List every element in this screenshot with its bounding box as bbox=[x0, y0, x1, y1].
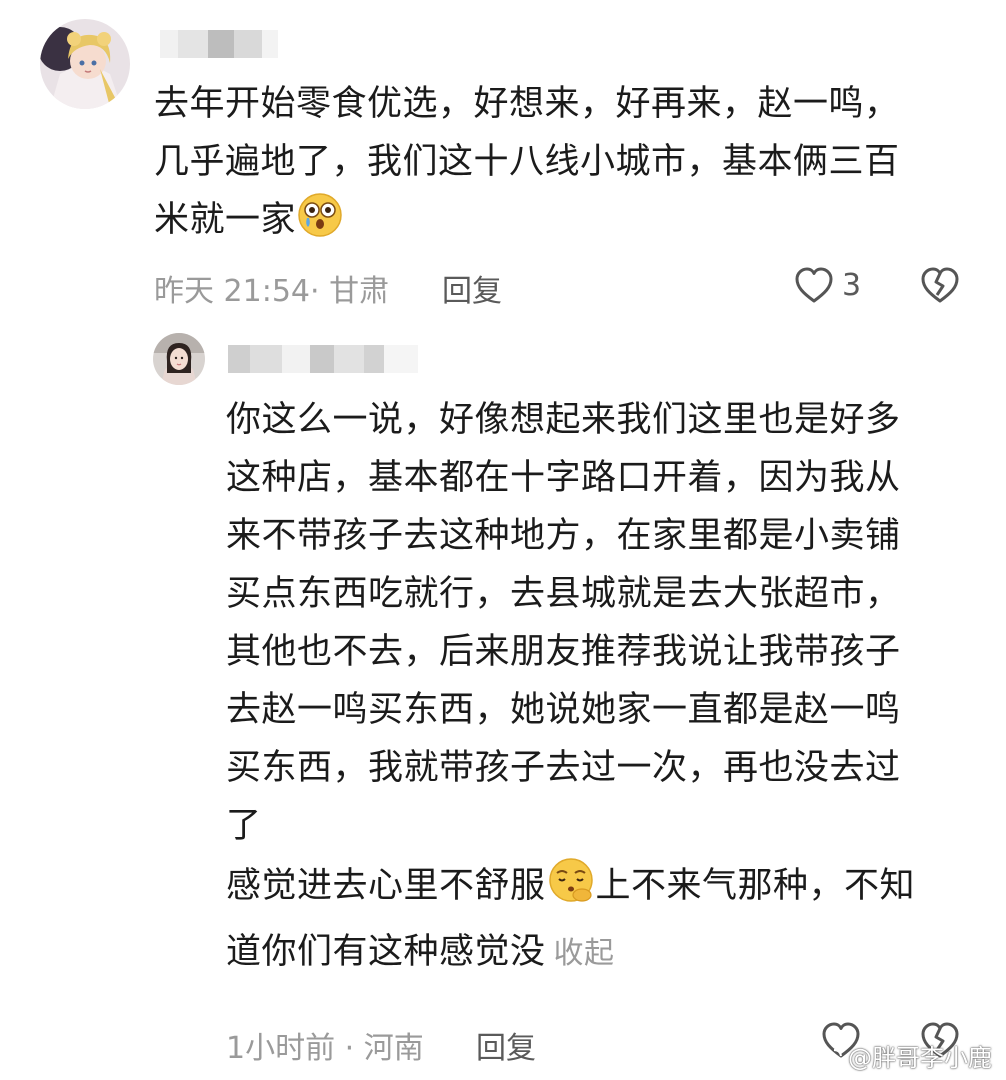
commenter-avatar[interactable] bbox=[40, 19, 130, 109]
reply-line: 感觉进去心里不舒服 上不来气那种，不知 bbox=[226, 855, 915, 923]
watermark-text: @胖哥李小鹿 bbox=[848, 1044, 992, 1072]
reply-line-text: 道你们有这种感觉没 bbox=[226, 932, 546, 972]
replier-avatar[interactable] bbox=[153, 333, 205, 385]
comment-meta: 昨天 21:54· 甘肃 bbox=[154, 274, 390, 309]
reply-line: 你这么一说，好像想起来我们这里也是好多 bbox=[226, 400, 901, 440]
reply-line: 买东西，我就带孩子去过一次，再也没去过 bbox=[226, 748, 901, 788]
weibo-logo-icon bbox=[814, 1046, 844, 1076]
comment-reply-button[interactable]: 回复 bbox=[442, 266, 502, 310]
crying-face-emoji-icon bbox=[296, 191, 344, 257]
heart-outline-icon[interactable] bbox=[793, 265, 835, 307]
reply-line: 来不带孩子去这种地方，在家里都是小卖铺 bbox=[226, 516, 901, 556]
watermark: @胖哥李小鹿 bbox=[814, 1038, 992, 1076]
comment-line: 去年开始零食优选，好想来，好再来，赵一鸣， bbox=[154, 84, 900, 124]
reply-line: 这种店，基本都在十字路口开着，因为我从 bbox=[226, 458, 901, 498]
reply-reply-button[interactable]: 回复 bbox=[476, 1023, 536, 1067]
commenter-name-redacted[interactable] bbox=[160, 30, 310, 58]
comment-text: 去年开始零食优选，好想来，好再来，赵一鸣， 几乎遍地了，我们这十八线小城市，基本… bbox=[154, 75, 900, 257]
collapse-button[interactable]: 收起 bbox=[554, 936, 615, 971]
reply-text: 你这么一说，好像想起来我们这里也是好多 这种店，基本都在十字路口开着，因为我从 … bbox=[226, 391, 915, 983]
reply-line-text: 上不来气那种，不知 bbox=[595, 866, 916, 906]
like-count: 3 bbox=[842, 268, 862, 303]
replier-name-redacted[interactable] bbox=[228, 345, 418, 373]
reply-line: 道你们有这种感觉没 收起 bbox=[226, 923, 915, 983]
comment-thread: 去年开始零食优选，好想来，好再来，赵一鸣， 几乎遍地了，我们这十八线小城市，基本… bbox=[0, 0, 1006, 1080]
comment-line-text: 米就一家 bbox=[154, 200, 297, 240]
reply-meta: 1小时前 · 河南 bbox=[226, 1031, 424, 1066]
broken-heart-icon[interactable] bbox=[919, 265, 961, 307]
reply-line-text: 感觉进去心里不舒服 bbox=[226, 866, 546, 906]
reply-line: 其他也不去，后来朋友推荐我说让我带孩子 bbox=[226, 632, 901, 672]
reply-line: 买点东西吃就行，去县城就是去大张超市， bbox=[226, 574, 901, 614]
reply-line: 了 bbox=[226, 806, 262, 846]
sighing-face-emoji-icon bbox=[546, 855, 596, 923]
reply-line: 去赵一鸣买东西，她说她家一直都是赵一鸣 bbox=[226, 690, 901, 730]
comment-line: 几乎遍地了，我们这十八线小城市，基本俩三百 bbox=[154, 142, 900, 182]
comment-line: 米就一家 bbox=[154, 191, 900, 257]
